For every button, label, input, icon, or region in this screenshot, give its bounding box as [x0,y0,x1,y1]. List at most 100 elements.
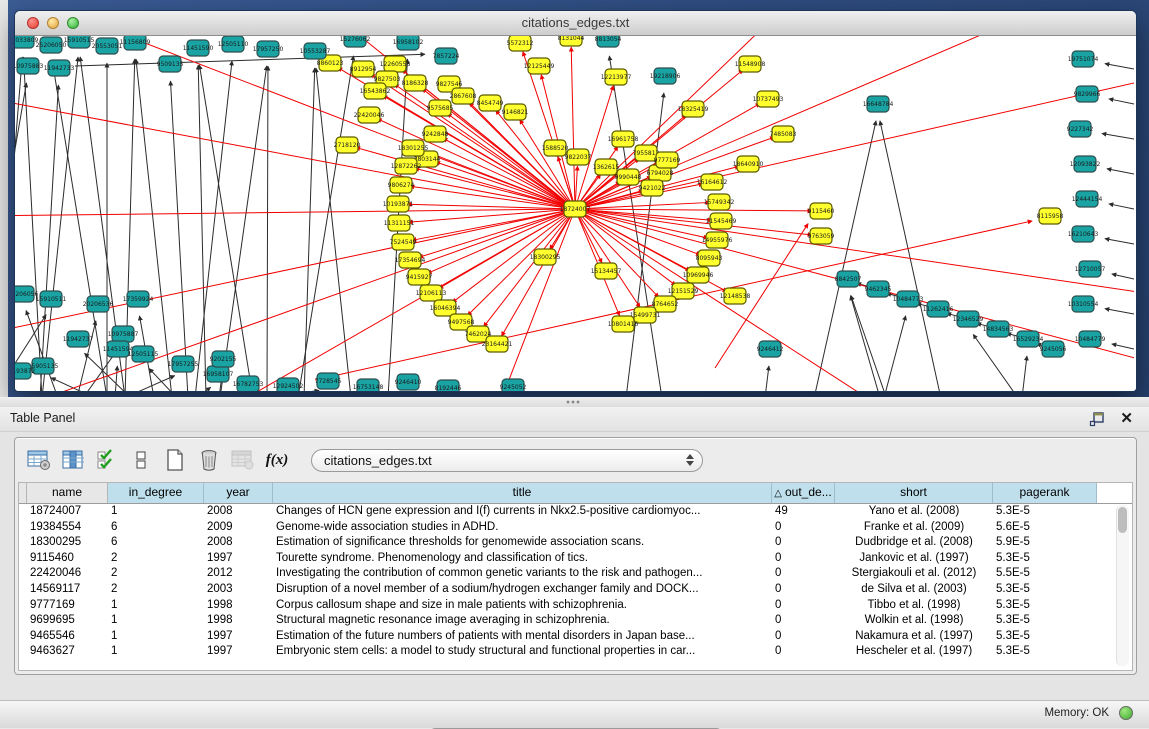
cell-name[interactable]: 9777169 [27,598,108,614]
cell-pagerank[interactable]: 5.9E-5 [993,535,1097,551]
network-canvas[interactable]: 8860123891295412260558982750316543862818… [15,36,1136,391]
citation-edge-black[interactable] [815,121,876,391]
graph-node[interactable]: 15910511 [36,291,67,307]
cell-title[interactable]: Genome-wide association studies in ADHD. [273,520,772,536]
graph-node[interactable]: 11942737 [63,331,94,347]
graph-node[interactable]: 12106113 [416,285,447,301]
table-row[interactable]: 1830029562008Estimation of significance … [19,535,1132,551]
column-header-title[interactable]: title [273,483,772,503]
table-row[interactable]: 911546021997Tourette syndrome. Phenomeno… [19,551,1132,567]
citation-edge-red[interactable] [575,209,620,316]
cell-out_de[interactable]: 0 [772,535,835,551]
divider-grip-icon[interactable] [566,400,580,404]
graph-node[interactable]: 14834563 [983,321,1014,337]
cell-year[interactable]: 2008 [204,535,273,551]
graph-node[interactable]: 7857224 [433,48,460,64]
graph-node[interactable]: 12505110 [218,36,249,52]
citation-edge-red[interactable] [415,168,575,209]
cell-pagerank[interactable]: 5.3E-5 [993,504,1097,520]
table-row[interactable]: 1872400712008Changes of HCN gene express… [19,504,1132,520]
graph-node[interactable]: 9421022 [639,180,666,196]
citation-edge-red[interactable] [498,209,575,391]
graph-node[interactable]: 14955976 [702,232,733,248]
graph-hub-node[interactable]: 18724007 [560,201,591,217]
citation-edge-black[interactable] [1109,99,1134,104]
citation-edge-black[interactable] [1105,309,1134,314]
graph-node[interactable]: 11942733 [44,60,75,76]
graph-node[interactable]: 20553051 [92,38,123,54]
cell-name[interactable]: 9465546 [27,629,108,645]
float-panel-icon[interactable] [1089,411,1105,427]
graph-node[interactable]: 10801416 [608,316,639,332]
network-window[interactable]: citations_edges.txt 88601238912954122605… [14,10,1137,392]
cell-in_degree[interactable]: 2 [108,582,204,598]
graph-node[interactable]: 9763059 [808,228,835,244]
function-builder-icon[interactable]: f(x) [263,446,291,474]
citation-edge-red[interactable] [407,204,575,209]
table-row[interactable]: 946362711997Embryonic stem cells: a mode… [19,644,1132,660]
cell-pagerank[interactable]: 5.3E-5 [993,582,1097,598]
citation-edge-black[interactable] [124,376,175,391]
graph-node[interactable]: 15276062 [340,36,371,47]
citation-network-graph[interactable]: 8860123891295412260558982750316543862818… [15,36,1134,391]
column-header-out_de[interactable]: △out_de... [772,483,835,503]
cell-in_degree[interactable]: 1 [108,598,204,614]
graph-node[interactable]: 11156809 [120,36,151,50]
citation-edge-black[interactable] [851,296,885,391]
cell-pagerank[interactable]: 5.3E-5 [993,629,1097,645]
delete-table-icon[interactable] [195,446,223,474]
table-row[interactable]: 946554611997Estimation of the future num… [19,629,1132,645]
citation-edge-black[interactable] [1112,344,1134,349]
cell-year[interactable]: 2008 [204,504,273,520]
graph-node[interactable]: 7728545 [315,373,342,389]
table-row[interactable]: 1938455462009Genome-wide association stu… [19,520,1132,536]
row-height-icon[interactable] [127,446,155,474]
graph-node[interactable]: 18301255 [398,140,429,156]
close-window-button[interactable] [27,17,39,29]
graph-node[interactable]: 9462345 [865,281,892,297]
cell-in_degree[interactable]: 2 [108,551,204,567]
citation-edge-black[interactable] [267,66,268,391]
cell-name[interactable]: 18300295 [27,535,108,551]
graph-node[interactable]: 12710057 [1075,261,1106,277]
column-header-in_degree[interactable]: in_degree [108,483,204,503]
graph-node[interactable]: 17354694 [395,252,426,268]
graph-node[interactable]: 9575685 [427,100,454,116]
cell-year[interactable]: 2012 [204,566,273,582]
graph-node[interactable]: 12924502 [273,378,304,391]
graph-node[interactable]: 12872262 [391,158,422,174]
graph-node[interactable]: 9245056 [1040,341,1067,357]
panel-divider[interactable] [0,397,1149,407]
graph-node[interactable]: 9822037 [565,149,592,165]
citation-edge-black[interactable] [850,296,880,391]
graph-node[interactable]: 11548908 [735,56,766,72]
cell-pagerank[interactable]: 5.3E-5 [993,613,1097,629]
graph-node[interactable]: 9202155 [210,351,237,367]
cell-out_de[interactable]: 0 [772,613,835,629]
table-vertical-scrollbar[interactable] [1116,505,1129,666]
graph-node[interactable]: 16958102 [393,36,424,50]
minimize-window-button[interactable] [47,17,59,29]
citation-edge-black[interactable] [220,66,267,391]
cell-name[interactable]: 9115460 [27,551,108,567]
graph-node[interactable]: 12093822 [1070,156,1101,172]
cell-short[interactable]: Yano et al. (2008) [835,504,993,520]
column-header-name[interactable]: name [27,483,108,503]
graph-node[interactable]: 15910515 [64,36,95,48]
citation-edge-black[interactable] [1105,64,1134,69]
select-rows-icon[interactable] [93,446,121,474]
cell-in_degree[interactable]: 6 [108,520,204,536]
cell-pagerank[interactable]: 5.6E-5 [993,520,1097,536]
cell-short[interactable]: Dudbridge et al. (2008) [835,535,993,551]
citation-edge-red[interactable] [15,209,575,334]
table-row[interactable]: 2242004622012Investigating the contribut… [19,566,1132,582]
graph-node[interactable]: 9415927 [406,269,433,285]
close-panel-icon[interactable]: ✕ [1120,409,1133,427]
graph-node[interactable]: 2718120 [334,137,361,153]
graph-node[interactable]: 11311151 [384,215,415,231]
graph-node[interactable]: 9990448 [615,169,642,185]
cell-name[interactable]: 14569117 [27,582,108,598]
cell-title[interactable]: Tourette syndrome. Phenomenology and cla… [273,551,772,567]
citation-edge-black[interactable] [195,61,232,391]
citation-edge-black[interactable] [1022,356,1027,391]
